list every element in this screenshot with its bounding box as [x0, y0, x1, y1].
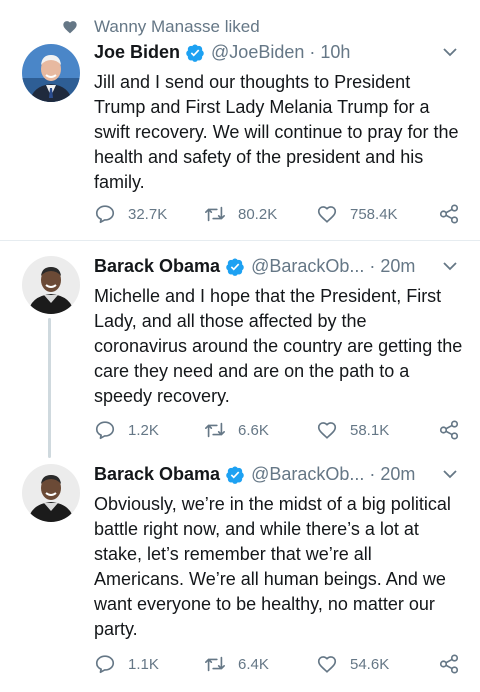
like-button[interactable]: 58.1K	[316, 418, 389, 442]
author-name[interactable]: Joe Biden	[94, 42, 180, 62]
separator: ·	[369, 256, 376, 276]
separator: ·	[309, 42, 316, 62]
reply-count: 32.7K	[128, 205, 168, 223]
like-count: 54.6K	[350, 655, 390, 673]
avatar[interactable]	[22, 44, 80, 102]
avatar-image	[22, 256, 80, 314]
tweet[interactable]: Barack Obama @BarackOb... · 20m Michelle an…	[0, 252, 480, 452]
avatar-image	[22, 44, 80, 102]
avatar[interactable]	[22, 464, 80, 522]
author-name[interactable]: Barack Obama	[94, 256, 220, 276]
avatar[interactable]	[22, 256, 80, 314]
tweet[interactable]: Barack Obama @BarackOb... · 20m Obviously, …	[0, 460, 480, 692]
tweet[interactable]: Joe Biden @JoeBiden · 10h Jill and I send o…	[0, 38, 480, 234]
reply-icon	[95, 421, 115, 440]
author-handle[interactable]: @BarackOb...	[251, 256, 364, 276]
reply-icon	[95, 655, 115, 674]
heart-icon	[63, 21, 77, 34]
tweet-actions: 32.7K 80.2K 758.4K	[94, 202, 474, 226]
verified-badge-icon	[186, 44, 204, 62]
retweet-icon	[205, 206, 225, 222]
tweet-header: Barack Obama @BarackOb... · 20m	[94, 464, 464, 490]
like-icon	[317, 656, 337, 673]
share-button[interactable]	[438, 418, 460, 442]
timestamp[interactable]: 20m	[380, 256, 415, 276]
like-count: 758.4K	[350, 205, 398, 223]
retweet-button[interactable]: 80.2K	[204, 202, 277, 226]
like-icon	[317, 422, 337, 439]
retweet-count: 6.4K	[238, 655, 269, 673]
tweet-actions: 1.1K 6.4K 54.6K	[94, 652, 474, 676]
timestamp[interactable]: 20m	[380, 464, 415, 484]
retweet-button[interactable]: 6.4K	[204, 652, 269, 676]
author-name[interactable]: Barack Obama	[94, 464, 220, 484]
share-button[interactable]	[438, 652, 460, 676]
like-button[interactable]: 54.6K	[316, 652, 389, 676]
tweet-header: Barack Obama @BarackOb... · 20m	[94, 256, 464, 282]
share-icon	[439, 420, 459, 440]
retweet-icon	[205, 422, 225, 438]
avatar-image	[22, 464, 80, 522]
author-handle[interactable]: @JoeBiden	[211, 42, 304, 62]
timestamp[interactable]: 10h	[320, 42, 350, 62]
tweet-text: Michelle and I hope that the President, …	[94, 286, 463, 406]
like-count: 58.1K	[350, 421, 390, 439]
reply-button[interactable]: 32.7K	[94, 202, 167, 226]
verified-badge-icon	[226, 466, 244, 484]
tweet-header: Joe Biden @JoeBiden · 10h	[94, 42, 464, 68]
reply-button[interactable]: 1.1K	[94, 652, 159, 676]
chevron-down-icon[interactable]	[442, 46, 458, 58]
chevron-down-icon[interactable]	[442, 468, 458, 480]
tweet-divider	[0, 240, 480, 241]
author-handle[interactable]: @BarackOb...	[251, 464, 364, 484]
verified-badge-icon	[226, 258, 244, 276]
retweet-button[interactable]: 6.6K	[204, 418, 269, 442]
share-button[interactable]	[438, 202, 460, 226]
tweet-actions: 1.2K 6.6K 58.1K	[94, 418, 474, 442]
reply-icon	[95, 205, 115, 224]
reply-count: 1.1K	[128, 655, 159, 673]
retweet-icon	[205, 656, 225, 672]
retweet-count: 80.2K	[238, 205, 278, 223]
like-button[interactable]: 758.4K	[316, 202, 398, 226]
tweet-text: Obviously, we’re in the midst of a big p…	[94, 494, 451, 639]
thread-line	[48, 318, 51, 458]
retweet-count: 6.6K	[238, 421, 269, 439]
reply-count: 1.2K	[128, 421, 159, 439]
chevron-down-icon[interactable]	[442, 260, 458, 272]
tweet-text: Jill and I send our thoughts to Presiden…	[94, 72, 459, 192]
share-icon	[439, 204, 459, 224]
reply-button[interactable]: 1.2K	[94, 418, 159, 442]
share-icon	[439, 654, 459, 674]
social-context-text: Wanny Manasse liked	[94, 17, 260, 36]
like-icon	[317, 206, 337, 223]
separator: ·	[369, 464, 376, 484]
